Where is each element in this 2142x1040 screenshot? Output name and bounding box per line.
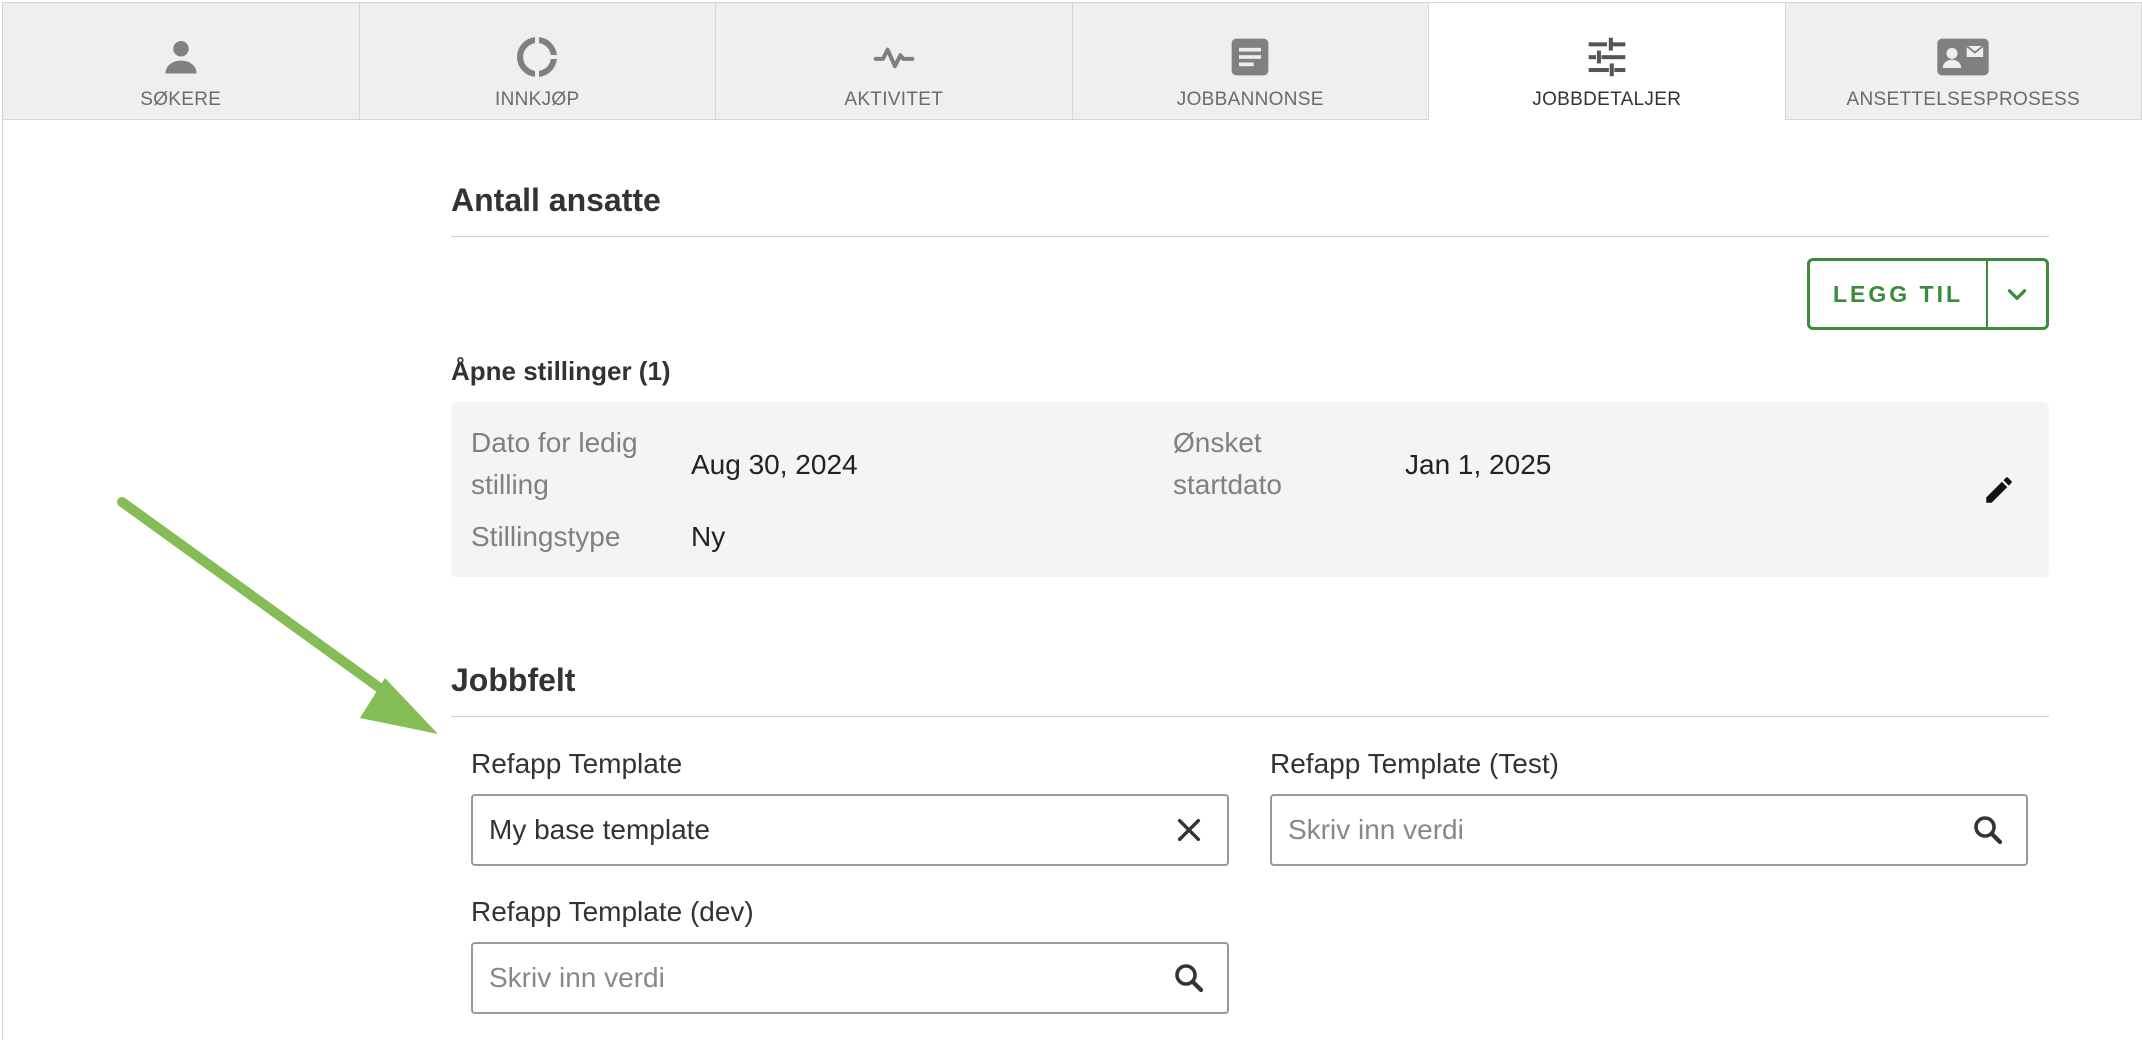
annotation-arrow-icon <box>117 497 438 734</box>
